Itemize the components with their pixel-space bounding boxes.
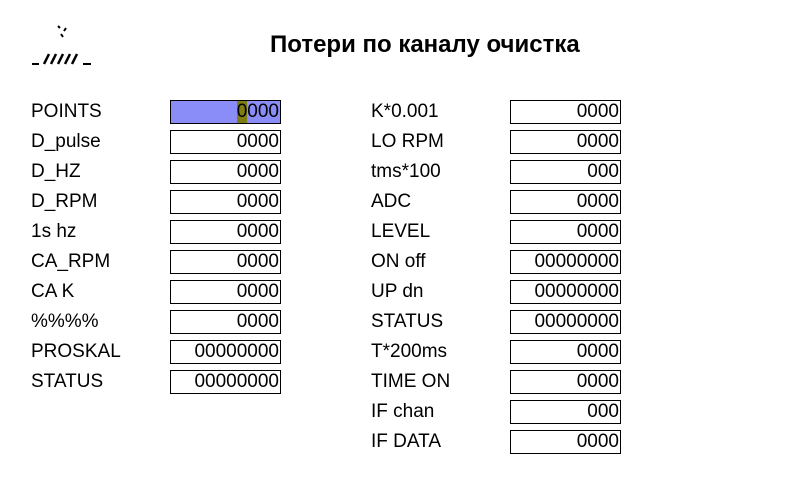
param-value-field[interactable]: 0000 <box>510 340 621 364</box>
param-value-field[interactable]: 0000 <box>170 250 281 274</box>
param-label: D_pulse <box>31 131 101 152</box>
param-value-field[interactable]: 0000 <box>170 310 281 334</box>
param-value-field[interactable]: 0000 <box>510 220 621 244</box>
param-value-field[interactable]: 0000 <box>510 370 621 394</box>
left-parameter-column: POINTS 0000 D_pulse 0000 D_HZ 0000 D_RPM 0000 1s… <box>30 98 290 398</box>
param-label: LO RPM <box>371 131 444 152</box>
param-value-field[interactable]: 0000 <box>510 130 621 154</box>
param-label: D_HZ <box>31 161 81 182</box>
param-label: CA K <box>31 281 75 302</box>
page-title: Потери по каналу очистка <box>270 31 580 58</box>
param-row-level: LEVEL 0000 <box>370 218 630 248</box>
param-label: UP dn <box>371 281 424 302</box>
param-row-points: POINTS 0000 <box>30 98 290 128</box>
param-value-field[interactable]: 00000000 <box>510 310 621 334</box>
param-row-ca-rpm: CA_RPM 0000 <box>30 248 290 278</box>
param-label: POINTS <box>31 101 102 122</box>
param-row-k-0-001: K*0.001 0000 <box>370 98 630 128</box>
param-label: STATUS <box>371 311 444 332</box>
param-value-field[interactable]: 00000000 <box>170 340 281 364</box>
param-label: D_RPM <box>31 191 98 212</box>
param-label: PROSKAL <box>31 341 121 362</box>
param-row-1s-hz: 1s hz 0000 <box>30 218 290 248</box>
param-value-field[interactable]: 00000000 <box>510 250 621 274</box>
param-row-time-on: TIME ON 0000 <box>370 368 630 398</box>
param-row-d-rpm: D_RPM 0000 <box>30 188 290 218</box>
param-value-field[interactable]: 0000 <box>510 430 621 454</box>
param-value-field[interactable]: 000 <box>510 400 621 424</box>
param-value-field[interactable]: 0000 <box>170 280 281 304</box>
param-label: CA_RPM <box>31 251 111 272</box>
param-value-field[interactable]: 00000000 <box>510 280 621 304</box>
param-value-field[interactable]: 0000 <box>510 100 621 124</box>
param-row-if-data: IF DATA 0000 <box>370 428 630 458</box>
param-row-status: STATUS 00000000 <box>370 308 630 338</box>
param-label: LEVEL <box>371 221 431 242</box>
param-value-rest: 000 <box>247 101 279 122</box>
param-row-proskal: PROSKAL 00000000 <box>30 338 290 368</box>
edit-cursor: 0 <box>236 101 248 123</box>
param-value-field[interactable]: 0000 <box>170 190 281 214</box>
logo-icon <box>32 25 91 65</box>
param-label: 1s hz <box>31 221 77 242</box>
param-label: TIME ON <box>371 371 451 392</box>
param-label: ADC <box>371 191 412 212</box>
param-row-adc: ADC 0000 <box>370 188 630 218</box>
param-value-field[interactable]: 0000 <box>170 130 281 154</box>
param-label: IF chan <box>371 401 435 422</box>
param-row-d-pulse: D_pulse 0000 <box>30 128 290 158</box>
param-row-lo-rpm: LO RPM 0000 <box>370 128 630 158</box>
param-row-status: STATUS 00000000 <box>30 368 290 398</box>
param-value-field[interactable]: 00000000 <box>170 370 281 394</box>
param-row-up-dn: UP dn 00000000 <box>370 278 630 308</box>
param-label: %%%% <box>31 311 99 332</box>
param-label: tms*100 <box>371 161 441 182</box>
param-label: STATUS <box>31 371 104 392</box>
right-parameter-column: K*0.001 0000 LO RPM 0000 tms*100 000 ADC 0000 LE… <box>370 98 630 458</box>
param-label: IF DATA <box>371 431 442 452</box>
param-value-field[interactable]: 000 <box>510 160 621 184</box>
param-row-t-200ms: T*200ms 0000 <box>370 338 630 368</box>
param-row-d-hz: D_HZ 0000 <box>30 158 290 188</box>
param-row-ca-k: CA K 0000 <box>30 278 290 308</box>
param-row-pct: %%%% 0000 <box>30 308 290 338</box>
param-row-if-chan: IF chan 000 <box>370 398 630 428</box>
param-value-field[interactable]: 0000 <box>170 160 281 184</box>
param-label: K*0.001 <box>371 101 439 122</box>
param-row-tms-100: tms*100 000 <box>370 158 630 188</box>
param-row-on-off: ON off 00000000 <box>370 248 630 278</box>
param-label: ON off <box>371 251 426 272</box>
param-label: T*200ms <box>371 341 448 362</box>
param-value-field[interactable]: 0000 <box>170 100 281 124</box>
param-value-field[interactable]: 0000 <box>510 190 621 214</box>
param-value-field[interactable]: 0000 <box>170 220 281 244</box>
